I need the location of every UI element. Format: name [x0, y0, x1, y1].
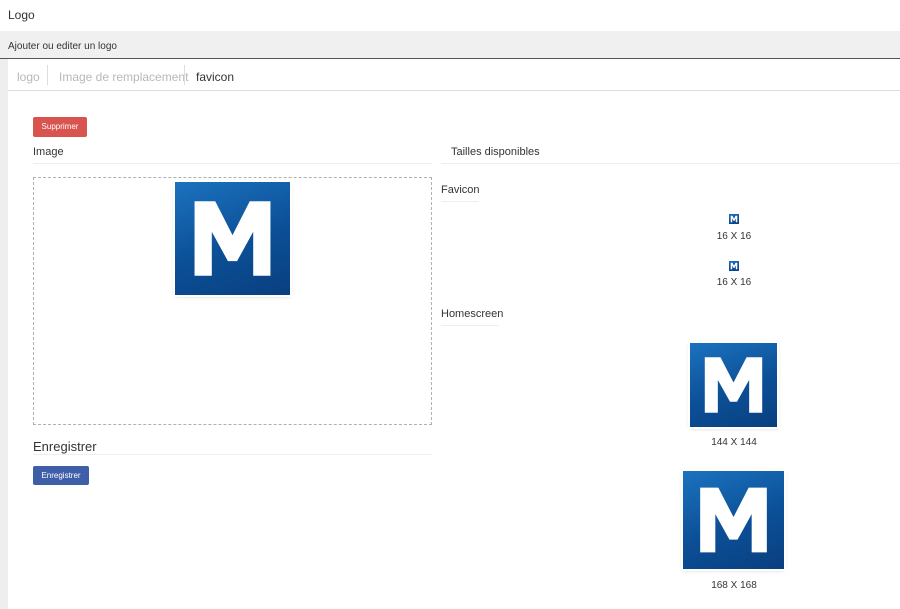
m-logo-icon	[175, 182, 290, 295]
size-label: 16 X 16	[716, 231, 752, 242]
sizes-heading: Tailles disponibles	[451, 146, 540, 158]
save-button[interactable]: Enregistrer	[33, 466, 89, 485]
delete-button[interactable]: Supprimer	[33, 117, 87, 137]
size-label: 16 X 16	[716, 277, 752, 288]
m-logo-icon	[729, 261, 739, 271]
save-heading: Enregistrer	[33, 439, 97, 454]
page-title: Logo	[8, 8, 35, 22]
section-header: Ajouter ou editer un logo	[0, 31, 900, 59]
m-logo-icon	[690, 343, 777, 427]
size-label: 144 X 144	[711, 437, 757, 448]
homescreen-group-rule	[441, 325, 499, 326]
favicon-group-heading: Favicon	[441, 184, 480, 196]
image-dropzone[interactable]	[33, 177, 432, 425]
section-label: Ajouter ou editer un logo	[8, 41, 117, 52]
m-logo-icon	[683, 471, 784, 569]
tab-bar: logo Image de remplacement favicon	[8, 59, 900, 91]
left-gutter	[0, 59, 8, 609]
save-heading-rule	[33, 454, 432, 455]
tab-divider	[47, 65, 48, 85]
image-heading-rule	[33, 163, 432, 164]
sizes-heading-rule	[441, 163, 900, 164]
size-label: 168 X 168	[711, 580, 757, 591]
homescreen-group-heading: Homescreen	[441, 308, 504, 320]
tab-favicon[interactable]: favicon	[196, 67, 234, 87]
m-logo-icon	[729, 214, 739, 224]
image-heading: Image	[33, 146, 64, 158]
title-bar: Logo	[0, 0, 900, 31]
tab-image-remplacement[interactable]: Image de remplacement	[59, 67, 188, 87]
favicon-group-rule	[441, 201, 479, 202]
tab-logo[interactable]: logo	[17, 67, 40, 87]
tab-divider	[184, 65, 185, 85]
